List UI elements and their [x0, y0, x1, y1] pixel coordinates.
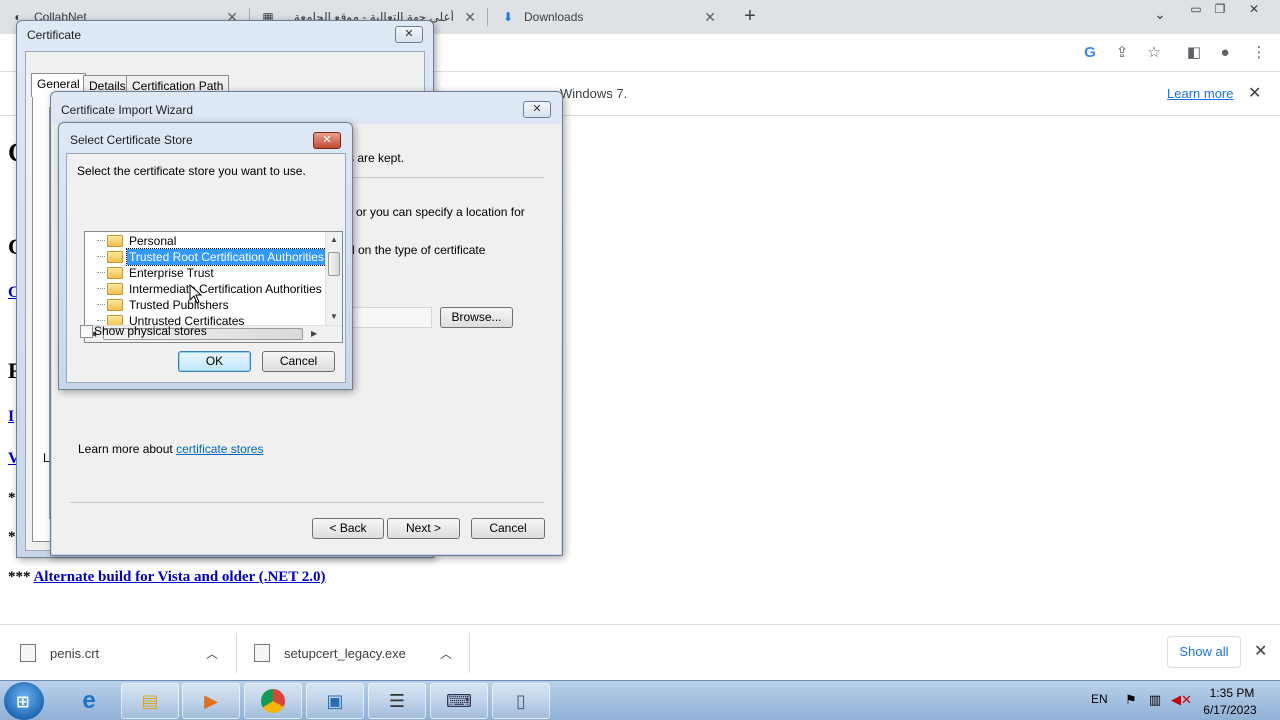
clock-time[interactable]: 1:35 PM	[1206, 686, 1258, 700]
wizard-text-based: d on the type of certificate	[348, 243, 486, 257]
scroll-down-icon[interactable]: ▼	[330, 312, 338, 321]
folder-icon	[107, 283, 123, 295]
chevron-up-icon[interactable]: ︿	[440, 645, 452, 662]
store-path-field[interactable]	[350, 307, 432, 328]
browse-button[interactable]: Browse...	[440, 307, 513, 328]
close-icon[interactable]: ✕	[1254, 641, 1267, 661]
cancel-button[interactable]: Cancel	[262, 351, 335, 372]
star-icon[interactable]: ☆	[1143, 42, 1165, 64]
taskbar: ⊞ e ▤ ▶ ▣ ☰ ⌨ ▯ EN ⚑ ▥ ◀✕ 1:35 PM 6/17/2…	[0, 680, 1280, 720]
folder-icon	[107, 235, 123, 247]
info-bar-message: Windows 7.	[560, 86, 628, 101]
show-physical-label: Show physical stores	[94, 324, 207, 338]
restore-icon[interactable]: ❐	[1206, 0, 1234, 18]
window-title: Certificate	[27, 28, 82, 42]
learn-more-text: Learn more about certificate stores	[78, 442, 263, 456]
windows-logo-icon: ⊞	[16, 694, 30, 711]
window-title: Certificate Import Wizard	[61, 103, 194, 117]
google-icon[interactable]: G	[1079, 42, 1101, 64]
divider	[236, 633, 237, 673]
close-icon[interactable]: ✕	[1248, 83, 1261, 103]
store-item-intermediate[interactable]: Intermediate Certification Authorities	[85, 281, 325, 297]
page-link-fragment[interactable]: I	[8, 408, 14, 426]
page-text-fragment: *	[8, 529, 16, 545]
menu-icon[interactable]: ⋮	[1248, 42, 1270, 64]
control-panel-icon[interactable]: ▣	[306, 683, 364, 719]
instruction-text: Select the certificate store you want to…	[77, 164, 306, 178]
select-store-dialog: Select Certificate Store ✕ Select the ce…	[58, 122, 353, 390]
certificate-file-icon	[20, 644, 36, 662]
download-filename: penis.crt	[50, 645, 100, 661]
store-item-trusted-root[interactable]: Trusted Root Certification Authorities	[85, 248, 327, 266]
dialog-title: Select Certificate Store	[70, 133, 193, 147]
store-item-personal[interactable]: Personal	[85, 233, 325, 249]
folder-icon	[107, 299, 123, 311]
store-item-enterprise-trust[interactable]: Enterprise Trust	[85, 265, 325, 281]
document-icon[interactable]: ▯	[492, 683, 550, 719]
cancel-button[interactable]: Cancel	[471, 518, 545, 539]
downloads-bar: penis.crt ︿ setupcert_legacy.exe ︿ Show …	[0, 624, 1280, 680]
profile-icon[interactable]: ●	[1214, 42, 1236, 64]
media-player-icon[interactable]: ▶	[182, 683, 240, 719]
tab-downloads[interactable]: ⬇ Downloads ✕	[490, 0, 726, 34]
download-icon: ⬇	[502, 10, 514, 24]
wizard-text-kept: s are kept.	[348, 151, 405, 165]
ok-button[interactable]: OK	[178, 351, 251, 372]
alternate-build-line: *** Alternate build for Vista and older …	[8, 569, 326, 586]
folder-icon	[107, 267, 123, 279]
divider	[469, 633, 470, 673]
sidepanel-icon[interactable]: ◧	[1183, 42, 1205, 64]
vertical-scrollbar[interactable]: ▲ ▼	[325, 232, 342, 327]
start-button[interactable]: ⊞	[4, 682, 44, 720]
flag-icon[interactable]: ⚑	[1122, 691, 1140, 709]
download-filename: setupcert_legacy.exe	[284, 645, 406, 661]
mouse-cursor-icon	[189, 284, 203, 304]
alt-prefix: ***	[8, 569, 31, 585]
tab-label: Downloads	[524, 10, 584, 24]
language-indicator[interactable]: EN	[1091, 692, 1108, 706]
wizard-text-specify: or you can specify a location for	[356, 205, 525, 219]
back-button[interactable]: < Back	[312, 518, 384, 539]
show-all-button[interactable]: Show all	[1167, 636, 1241, 668]
learn-more-link[interactable]: Learn more	[1167, 86, 1233, 101]
store-dialog-client: Select the certificate store you want to…	[66, 153, 346, 383]
ie-icon[interactable]: e	[60, 683, 118, 719]
close-icon[interactable]: ✕	[523, 101, 551, 118]
keyboard-icon[interactable]: ⌨	[430, 683, 488, 719]
download-item[interactable]: penis.crt ︿	[20, 625, 230, 681]
clock-date[interactable]: 6/17/2023	[1200, 703, 1260, 717]
scroll-right-icon[interactable]: ▶	[311, 329, 317, 338]
page-text-fragment: *	[8, 490, 16, 506]
chevron-up-icon[interactable]: ︿	[206, 645, 218, 662]
network-icon[interactable]: ▥	[1146, 691, 1164, 709]
volume-muted-icon[interactable]: ◀✕	[1171, 691, 1192, 709]
close-icon[interactable]: ✕	[313, 132, 341, 149]
exe-file-icon	[254, 644, 270, 662]
close-window-icon[interactable]: ✕	[1240, 0, 1268, 18]
explorer-icon[interactable]: ▤	[121, 683, 179, 719]
learn-more-prefix: Learn more about	[78, 442, 173, 456]
chevron-down-icon[interactable]: ⌄	[1150, 6, 1170, 26]
new-tab-button[interactable]: +	[738, 4, 762, 28]
chrome-icon[interactable]	[244, 683, 302, 719]
alternate-build-link[interactable]: Alternate build for Vista and older (.NE…	[33, 569, 325, 585]
tab-separator	[487, 8, 488, 26]
folder-icon	[107, 251, 123, 263]
download-item[interactable]: setupcert_legacy.exe ︿	[254, 625, 464, 681]
scroll-up-icon[interactable]: ▲	[330, 235, 338, 244]
scroll-thumb[interactable]	[328, 252, 340, 276]
notepad-icon[interactable]: ☰	[368, 683, 426, 719]
next-button[interactable]: Next >	[387, 518, 460, 539]
share-icon[interactable]: ⇪	[1111, 42, 1133, 64]
show-physical-checkbox[interactable]	[80, 325, 93, 338]
certificate-stores-link[interactable]: certificate stores	[176, 442, 263, 456]
divider	[70, 502, 544, 503]
close-icon[interactable]: ✕	[395, 26, 423, 43]
close-tab-icon[interactable]: ✕	[464, 9, 476, 26]
close-tab-icon[interactable]: ✕	[704, 9, 716, 26]
store-item-trusted-publishers[interactable]: Trusted Publishers	[85, 297, 325, 313]
